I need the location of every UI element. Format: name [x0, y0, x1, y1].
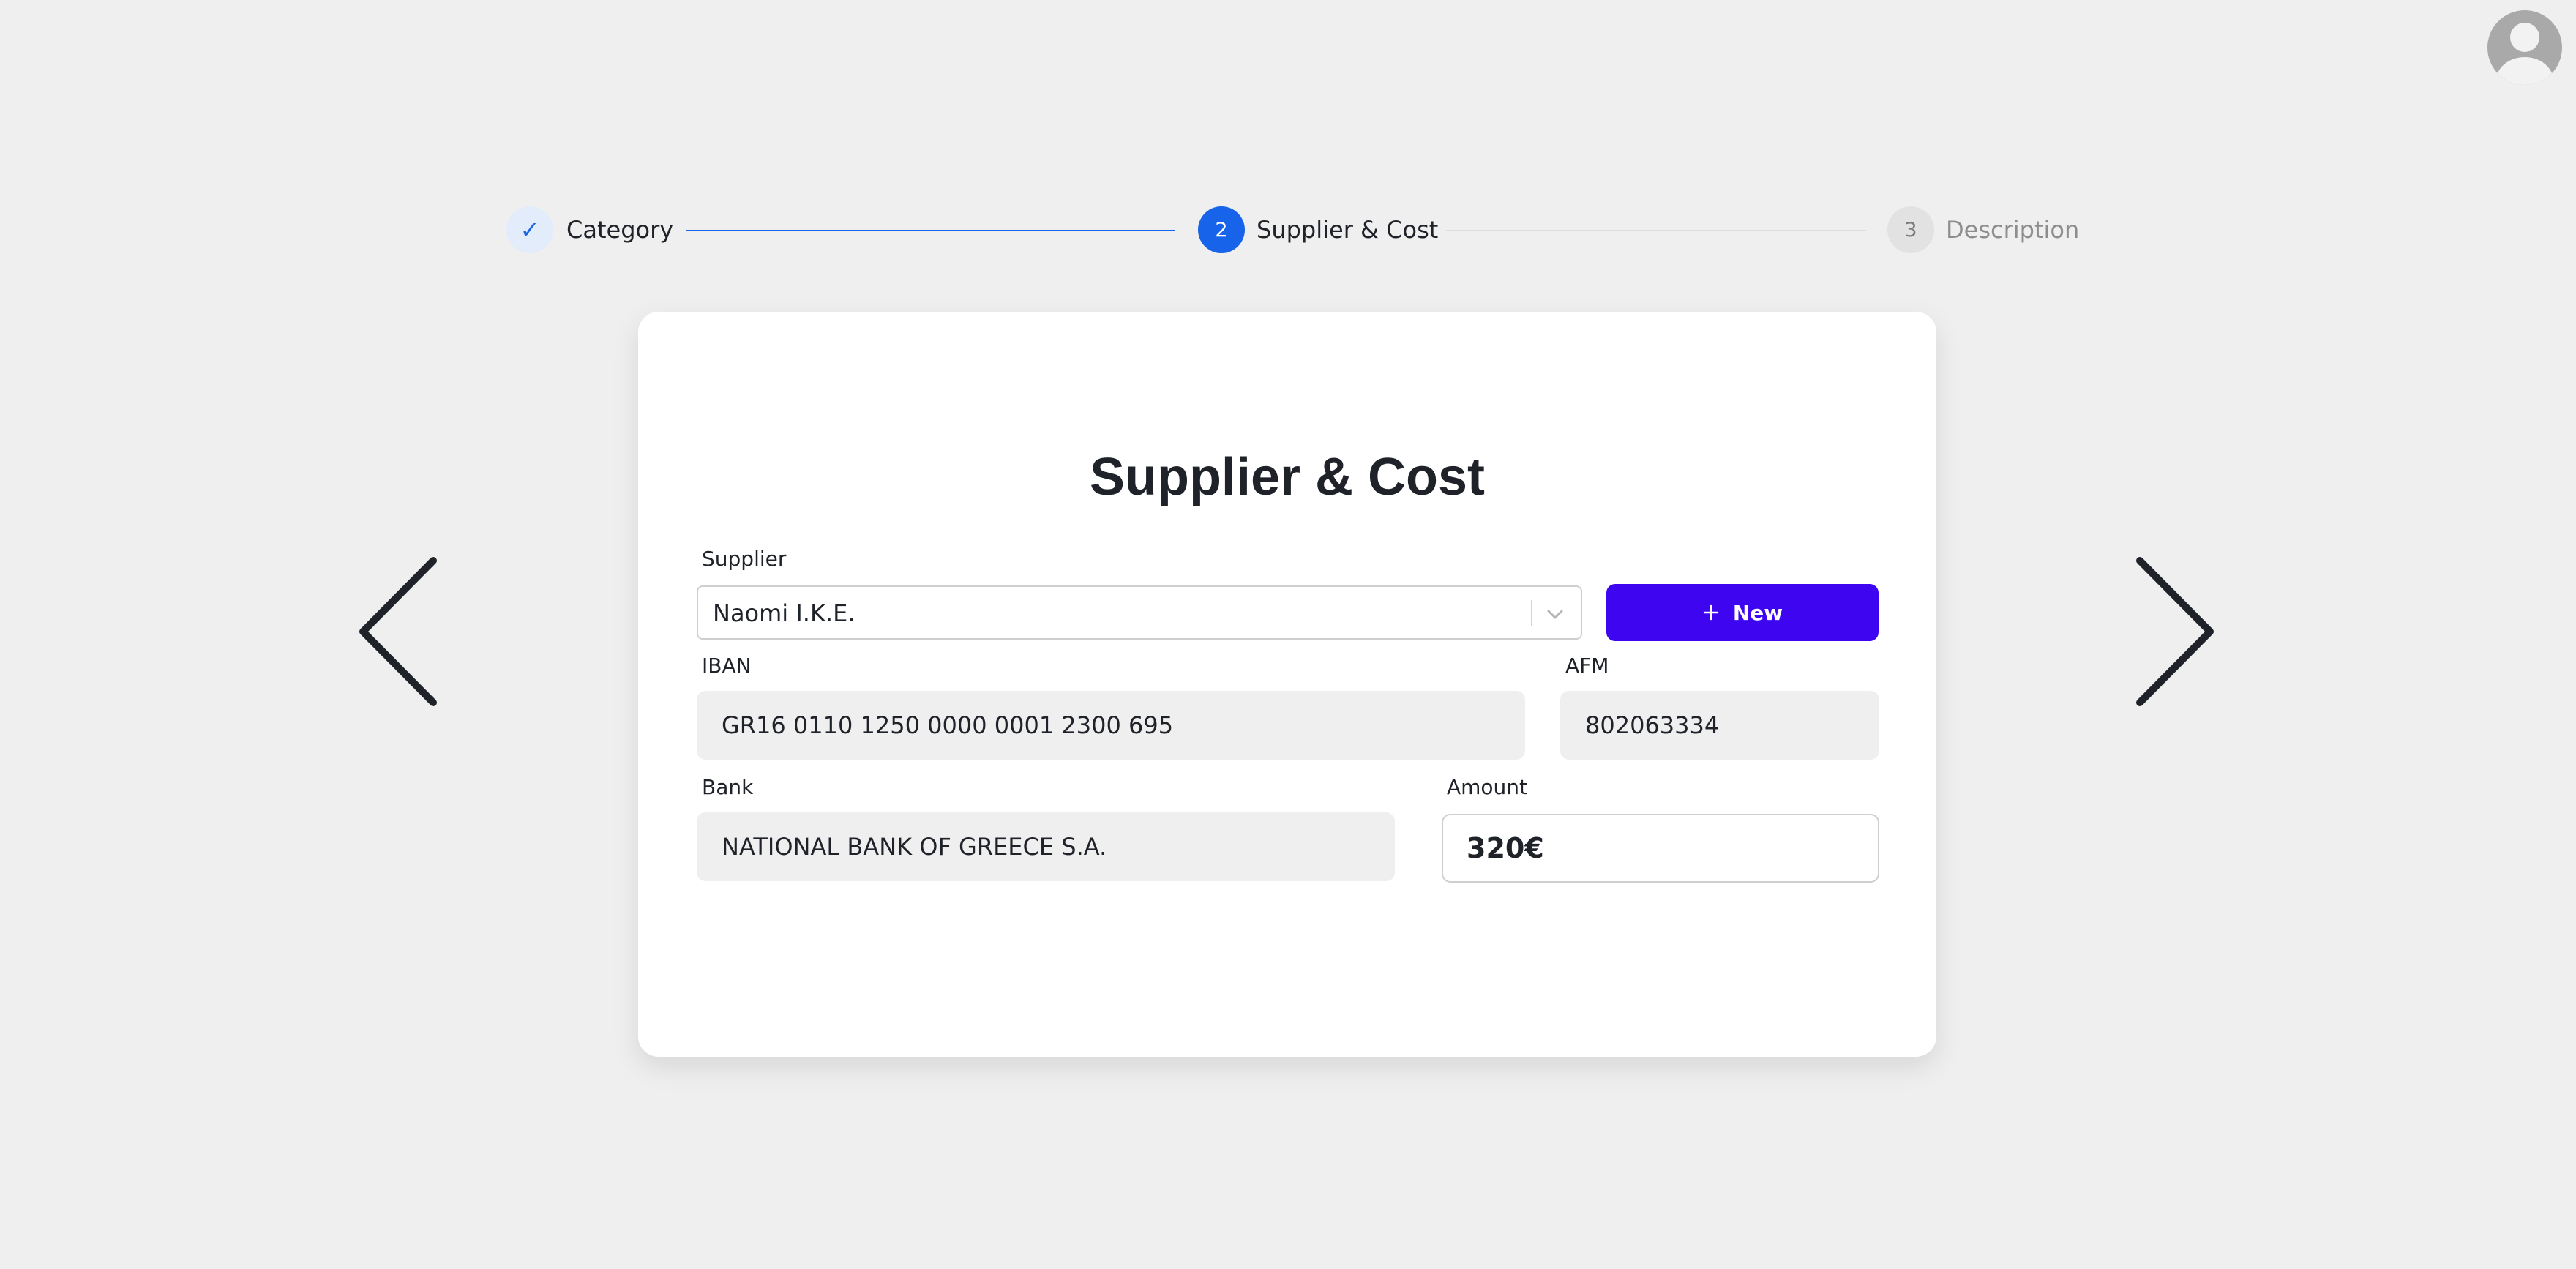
new-supplier-button[interactable]: New [1606, 584, 1879, 641]
chevron-right-icon [2136, 557, 2214, 706]
amount-label: Amount [1447, 775, 1528, 799]
plus-icon [1703, 604, 1719, 621]
afm-field: 802063334 [1560, 691, 1879, 760]
supplier-selected-value: Naomi I.K.E. [713, 599, 855, 627]
step-supplier-number[interactable]: 2 [1198, 206, 1245, 253]
new-button-label: New [1732, 600, 1783, 625]
step-category-check-icon[interactable]: ✓ [506, 206, 553, 253]
progress-stepper: ✓ Category 2 Supplier & Cost 3 Descripti… [0, 206, 2576, 255]
step-connector-pending [1446, 230, 1866, 231]
bank-field: NATIONAL BANK OF GREECE S.A. [697, 812, 1395, 881]
select-divider [1531, 600, 1532, 626]
user-avatar-icon[interactable] [2487, 10, 2562, 85]
iban-field: GR16 0110 1250 0000 0001 2300 695 [697, 691, 1525, 760]
step-category-label[interactable]: Category [566, 217, 673, 243]
bank-label: Bank [702, 775, 754, 799]
step-supplier-label[interactable]: Supplier & Cost [1257, 217, 1438, 243]
supplier-cost-card: Supplier & Cost Supplier Naomi I.K.E. Ne… [638, 312, 1936, 1057]
avatar-head [2510, 23, 2539, 52]
chevron-left-icon [359, 557, 437, 706]
step-connector-completed [686, 230, 1175, 231]
afm-label: AFM [1565, 654, 1609, 678]
step-description-label[interactable]: Description [1946, 217, 2079, 243]
next-step-button[interactable] [2135, 556, 2216, 707]
page-title: Supplier & Cost [1089, 448, 1486, 506]
step-description-number[interactable]: 3 [1887, 206, 1934, 253]
iban-label: IBAN [702, 654, 752, 678]
amount-input[interactable] [1442, 814, 1879, 883]
supplier-select[interactable]: Naomi I.K.E. [697, 585, 1582, 640]
supplier-label: Supplier [702, 547, 787, 571]
avatar-shoulders [2496, 57, 2553, 85]
chevron-down-icon[interactable] [1544, 603, 1566, 625]
previous-step-button[interactable] [357, 556, 438, 707]
